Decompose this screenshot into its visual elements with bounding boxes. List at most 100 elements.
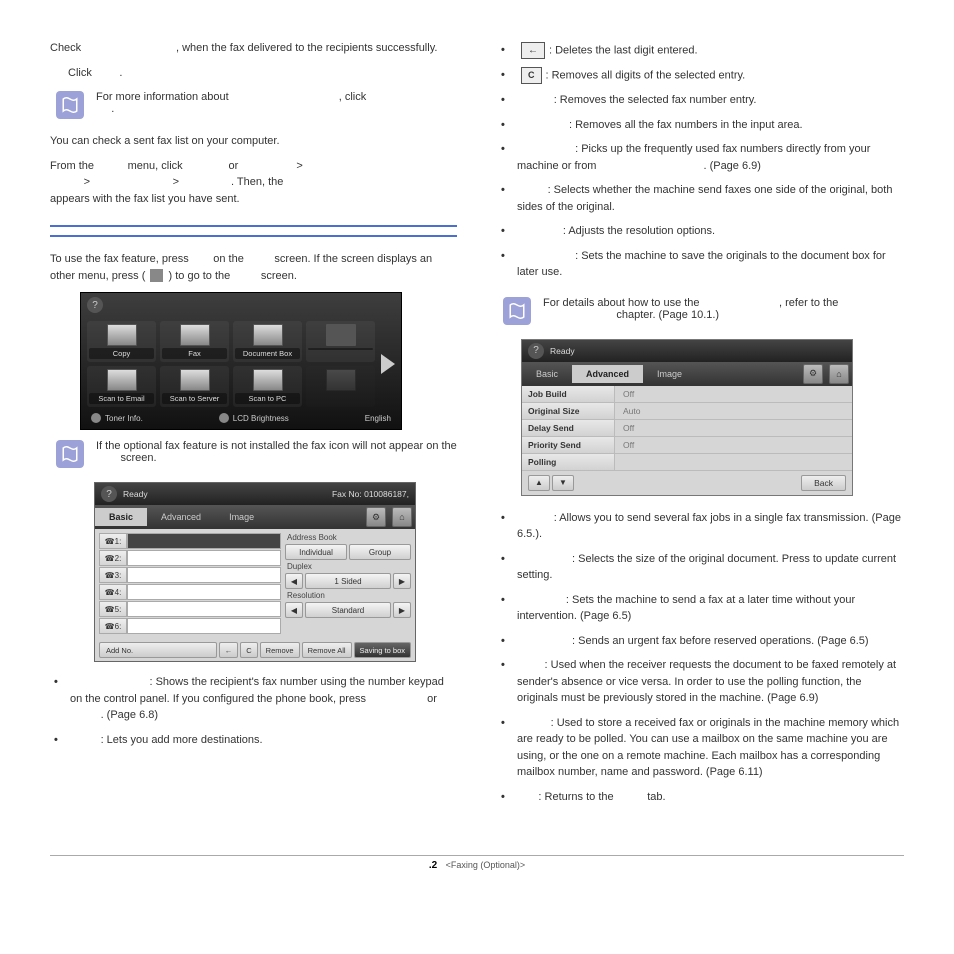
btn-back: Back <box>801 475 846 491</box>
screenshot-main-menu: ? Copy Fax Document Box Scan to Email Sc… <box>80 292 402 430</box>
t: chapter. (Page 10.1.) <box>616 309 719 321</box>
btn-saving: Saving to box <box>354 642 411 658</box>
t: : Removes the selected fax number entry. <box>554 94 757 106</box>
t: : Selects the size of the original docum… <box>517 553 896 582</box>
t: Original Size <box>522 403 615 419</box>
note-icon <box>56 91 84 119</box>
note-fax-not-installed: If the optional fax feature is not insta… <box>56 440 457 468</box>
t: Delay Send <box>522 420 615 436</box>
t: : Used when the receiver requests the do… <box>517 659 896 704</box>
t: or <box>229 160 242 172</box>
btn-back-icon: ← <box>219 642 239 658</box>
para-sent-list: You can check a sent fax list on your co… <box>50 133 457 150</box>
section-rule <box>50 235 457 237</box>
help-icon: ? <box>101 486 117 502</box>
prev-icon: ◀ <box>285 602 303 618</box>
t: > <box>296 160 302 172</box>
t: Toner Info. <box>105 414 143 423</box>
btn-add-no: Add No. <box>99 642 217 658</box>
li-remove-entry: : Removes the selected fax number entry. <box>497 90 904 115</box>
t: Check <box>50 42 84 54</box>
t: : Sets the machine to send a fax at a la… <box>517 594 855 623</box>
t: 5: <box>115 605 122 614</box>
li-back: : Returns to the tab. <box>497 787 904 812</box>
para-use-fax: To use the fax feature, press on the scr… <box>50 251 457 284</box>
t: appears with the fax list you have sent. <box>50 193 240 205</box>
t: Ready <box>550 346 575 356</box>
t: : Returns to the <box>538 791 616 803</box>
t: Off <box>615 437 852 453</box>
t: : Lets you add more destinations. <box>101 734 263 746</box>
li-save-box: : Sets the machine to save the originals… <box>497 246 904 287</box>
tab-image: Image <box>643 365 696 383</box>
li-recipient-number: : Shows the recipient's fax number using… <box>50 672 457 730</box>
help-icon: ? <box>87 297 103 313</box>
t: Scan to Email <box>89 393 154 404</box>
li-del-last: : Deletes the last digit entered. <box>497 40 904 65</box>
resolution-value: Standard <box>305 602 391 618</box>
t: or <box>427 693 437 705</box>
tab-advanced: Advanced <box>147 508 215 526</box>
t: Click <box>68 67 95 79</box>
li-original-size: : Selects the size of the original docum… <box>497 549 904 590</box>
t: Copy <box>89 348 154 359</box>
t: , refer to the <box>779 297 838 309</box>
t: on the <box>213 253 247 265</box>
t: : Used to store a received fax or origin… <box>517 717 899 779</box>
settings-icon: ⚙ <box>366 507 386 527</box>
t: : Deletes the last digit entered. <box>549 44 698 56</box>
duplex-value: 1 Sided <box>305 573 391 589</box>
up-icon: ▲ <box>528 475 550 491</box>
t: , when the fax delivered to the recipien… <box>176 42 438 54</box>
tab-image: Image <box>215 508 268 526</box>
t: 3: <box>115 571 122 580</box>
li-resolution: : Adjusts the resolution options. <box>497 221 904 246</box>
clear-icon <box>521 67 542 84</box>
t: menu, click <box>128 160 186 172</box>
tab-basic: Basic <box>95 508 147 526</box>
t: . Then, the <box>231 176 283 188</box>
row-label: ☎6: <box>99 618 127 634</box>
note-details: For details about how to use the , refer… <box>503 297 904 325</box>
t: : Allows you to send several fax jobs in… <box>517 512 901 541</box>
t: > <box>81 176 94 188</box>
t: 1: <box>115 537 122 546</box>
tile-blank <box>306 321 375 362</box>
t: . (Page 6.9) <box>703 160 760 172</box>
t: tab. <box>644 791 665 803</box>
para-click: Click . <box>68 65 457 82</box>
tile-scan-pc: Scan to PC <box>233 366 302 407</box>
home-icon: ⌂ <box>829 364 849 384</box>
t: Scan to PC <box>235 393 300 404</box>
t: Priority Send <box>522 437 615 453</box>
t: Address Book <box>285 533 411 542</box>
language: English <box>365 414 391 423</box>
tab-basic: Basic <box>522 365 572 383</box>
t: ) to go to the <box>169 270 234 282</box>
t: For details about how to use the <box>543 297 703 309</box>
li-duplex: : Selects whether the machine send faxes… <box>497 180 904 221</box>
para-from-menu: From the menu, click or > > > . Then, th… <box>50 158 457 208</box>
page-number: .2 <box>429 860 437 871</box>
t: Off <box>615 420 852 436</box>
t: , click <box>339 91 367 103</box>
t: screen. <box>261 270 297 282</box>
li-priority-send: : Sends an urgent fax before reserved op… <box>497 631 904 656</box>
chapter-title: <Faxing (Optional)> <box>446 860 526 870</box>
li-add-more: : Lets you add more destinations. <box>50 730 457 755</box>
next-page-icon <box>381 354 395 374</box>
t: Duplex <box>285 562 411 571</box>
t: Job Build <box>522 386 615 402</box>
help-icon: ? <box>528 343 544 359</box>
t: Off <box>615 386 852 402</box>
screenshot-fax-advanced: ?Ready Basic Advanced Image ⚙ ⌂ Job Buil… <box>521 339 853 496</box>
section-rule <box>50 225 457 227</box>
li-job-build: : Allows you to send several fax jobs in… <box>497 508 904 549</box>
btn-group: Group <box>349 544 411 560</box>
prev-icon: ◀ <box>285 573 303 589</box>
t: For more information about <box>96 91 232 103</box>
tab-advanced: Advanced <box>572 365 643 383</box>
t: : Removes all the fax numbers in the inp… <box>569 119 803 131</box>
t: : Selects whether the machine send faxes… <box>517 184 892 213</box>
t: Polling <box>522 454 615 470</box>
